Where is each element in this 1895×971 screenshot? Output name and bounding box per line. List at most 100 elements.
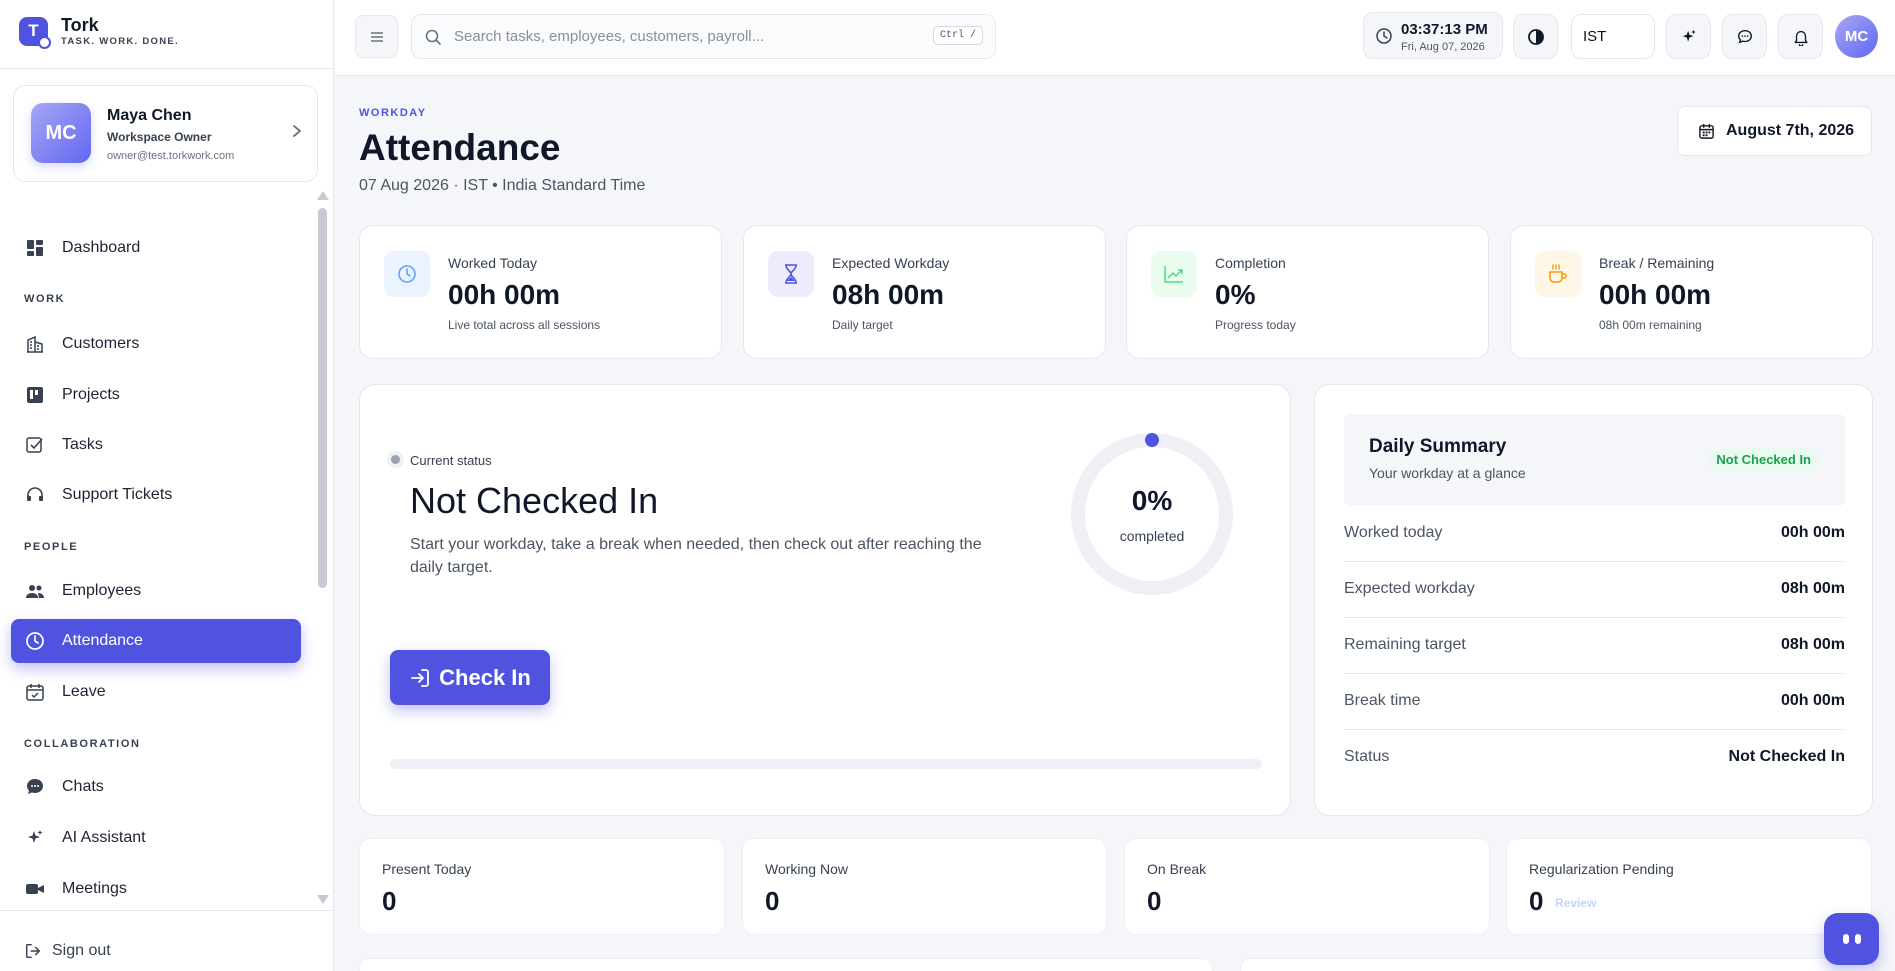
sidebar-item-customers[interactable]: Customers	[11, 322, 301, 366]
messages-button[interactable]	[1722, 14, 1767, 59]
completion-label: completed	[1119, 528, 1185, 544]
chevron-right-icon	[291, 122, 303, 143]
scroll-up-arrow-icon[interactable]	[317, 191, 329, 200]
headset-icon	[27, 487, 43, 501]
stat-value: 08h 00m	[832, 279, 945, 310]
users-icon	[26, 585, 44, 598]
sidebar-item-tasks[interactable]: Tasks	[11, 423, 301, 467]
date-picker-button[interactable]: August 7th, 2026	[1677, 106, 1872, 156]
search-bar: Ctrl /	[411, 14, 996, 59]
stat-note: Progress today	[1215, 318, 1296, 332]
sidebar-item-label: Attendance	[62, 632, 143, 649]
summary-row-value: 08h 00m	[1780, 580, 1845, 597]
summary-row-key: Break time	[1344, 692, 1421, 709]
summary-row: Worked today 00h 00m	[1344, 506, 1845, 562]
stat-card-worked-today: Worked Today 00h 00m Live total across a…	[359, 225, 722, 359]
sidebar-item-projects[interactable]: Projects	[11, 373, 301, 417]
clock-time: 03:37:13 PM	[1401, 21, 1488, 38]
sidebar-bottom-divider	[0, 910, 334, 911]
team-card-label: On Break	[1147, 861, 1207, 877]
search-input[interactable]	[454, 28, 924, 45]
clock-icon	[26, 632, 44, 650]
sidebar-item-attendance[interactable]: Attendance	[11, 619, 301, 663]
bot-eye-icon	[1854, 934, 1861, 944]
search-icon	[425, 29, 441, 45]
theme-toggle-button[interactable]	[1513, 14, 1558, 59]
calendar-check-icon	[26, 684, 44, 701]
status-badge: Not Checked In	[1708, 448, 1819, 471]
summary-row-value: 00h 00m	[1780, 692, 1845, 709]
bot-eye-icon	[1842, 934, 1849, 944]
status-description: Start your workday, take a break when ne…	[410, 536, 982, 576]
checkbox-icon	[26, 437, 43, 453]
sidebar-item-dashboard[interactable]: Dashboard	[11, 226, 301, 270]
trend-icon	[1151, 251, 1197, 297]
check-in-button[interactable]: Check In	[390, 650, 550, 705]
sidebar-item-employees[interactable]: Employees	[11, 569, 301, 613]
contrast-icon	[1527, 28, 1544, 45]
date-picker-label: August 7th, 2026	[1726, 122, 1855, 139]
timezone-select[interactable]: IST	[1571, 14, 1655, 59]
sidebar-item-label: AI Assistant	[62, 829, 146, 846]
calendar-icon	[1699, 123, 1714, 139]
video-icon	[26, 884, 44, 894]
notifications-button[interactable]	[1778, 14, 1823, 59]
brand[interactable]: T Tork TASK. WORK. DONE.	[19, 15, 179, 49]
building-icon	[27, 335, 43, 353]
summary-row-value: 08h 00m	[1780, 636, 1845, 653]
workday-progress-bar	[390, 759, 1262, 769]
chat-icon	[27, 779, 43, 794]
sign-out-label: Sign out	[52, 942, 111, 959]
nav-section-work: WORK	[24, 293, 66, 305]
scroll-down-arrow-icon[interactable]	[317, 895, 329, 904]
topbar: Ctrl / 03:37:13 PM Fri, Aug 07, 2026 IST…	[335, 0, 1895, 76]
stat-value: 00h 00m	[448, 279, 561, 310]
clock-date: Fri, Aug 07, 2026	[1401, 41, 1485, 53]
sidebar-item-label: Customers	[62, 335, 140, 352]
stat-card-break-remaining: Break / Remaining 00h 00m 08h 00m remain…	[1510, 225, 1873, 359]
team-card-value: 0	[1529, 886, 1544, 916]
review-link[interactable]: Review	[1555, 896, 1596, 910]
sidebar-item-label: Chats	[62, 778, 104, 795]
profile-avatar-button[interactable]: MC	[1835, 15, 1878, 58]
sidebar-item-chats[interactable]: Chats	[11, 765, 301, 809]
stat-label: Worked Today	[448, 255, 537, 271]
page-subtitle: 07 Aug 2026 · IST • India Standard Time	[359, 177, 646, 194]
summary-subtitle: Your workday at a glance	[1369, 465, 1526, 481]
sidebar-item-ai-assistant[interactable]: AI Assistant	[11, 816, 301, 860]
sidebar-item-meetings[interactable]: Meetings	[11, 867, 301, 911]
sidebar-item-label: Tasks	[62, 436, 103, 453]
sidebar-item-label: Dashboard	[62, 239, 141, 256]
bell-icon	[1793, 30, 1808, 46]
sign-out-button[interactable]: Sign out	[24, 942, 111, 960]
sidebar-scrollbar[interactable]	[318, 208, 327, 588]
stat-label: Completion	[1215, 255, 1286, 271]
assistant-fab-button[interactable]	[1824, 913, 1879, 965]
brand-tagline: TASK. WORK. DONE.	[61, 36, 179, 47]
sidebar-item-support-tickets[interactable]: Support Tickets	[11, 473, 301, 517]
team-card-value: 0	[1147, 886, 1162, 916]
team-card-label: Present Today	[382, 861, 472, 877]
page-title: Attendance	[359, 127, 561, 168]
brand-logo-icon: T	[19, 16, 51, 49]
clock-icon	[384, 251, 430, 297]
summary-title: Daily Summary	[1369, 436, 1507, 457]
user-avatar: MC	[31, 103, 91, 163]
sidebar-item-leave[interactable]: Leave	[11, 670, 301, 714]
sign-out-icon	[25, 943, 41, 959]
dashboard-icon	[27, 240, 43, 256]
team-card-working-now: Working Now 0	[742, 838, 1107, 935]
stat-label: Break / Remaining	[1599, 255, 1715, 271]
sparkles-icon	[28, 830, 43, 843]
sidebar: T Tork TASK. WORK. DONE. MC Maya Chen Wo…	[0, 0, 334, 971]
user-card[interactable]: MC Maya Chen Workspace Owner owner@test.…	[13, 85, 318, 182]
sidebar-item-label: Meetings	[62, 880, 127, 897]
team-card-present-today: Present Today 0	[359, 838, 725, 935]
menu-toggle-button[interactable]	[355, 15, 398, 58]
ai-sparkle-button[interactable]	[1666, 14, 1711, 59]
stat-value: 00h 00m	[1599, 279, 1712, 310]
brand-name: Tork	[61, 15, 99, 35]
sidebar-item-label: Support Tickets	[62, 486, 173, 503]
daily-summary-card: Daily Summary Your workday at a glance N…	[1314, 384, 1873, 816]
kanban-icon	[27, 387, 43, 403]
